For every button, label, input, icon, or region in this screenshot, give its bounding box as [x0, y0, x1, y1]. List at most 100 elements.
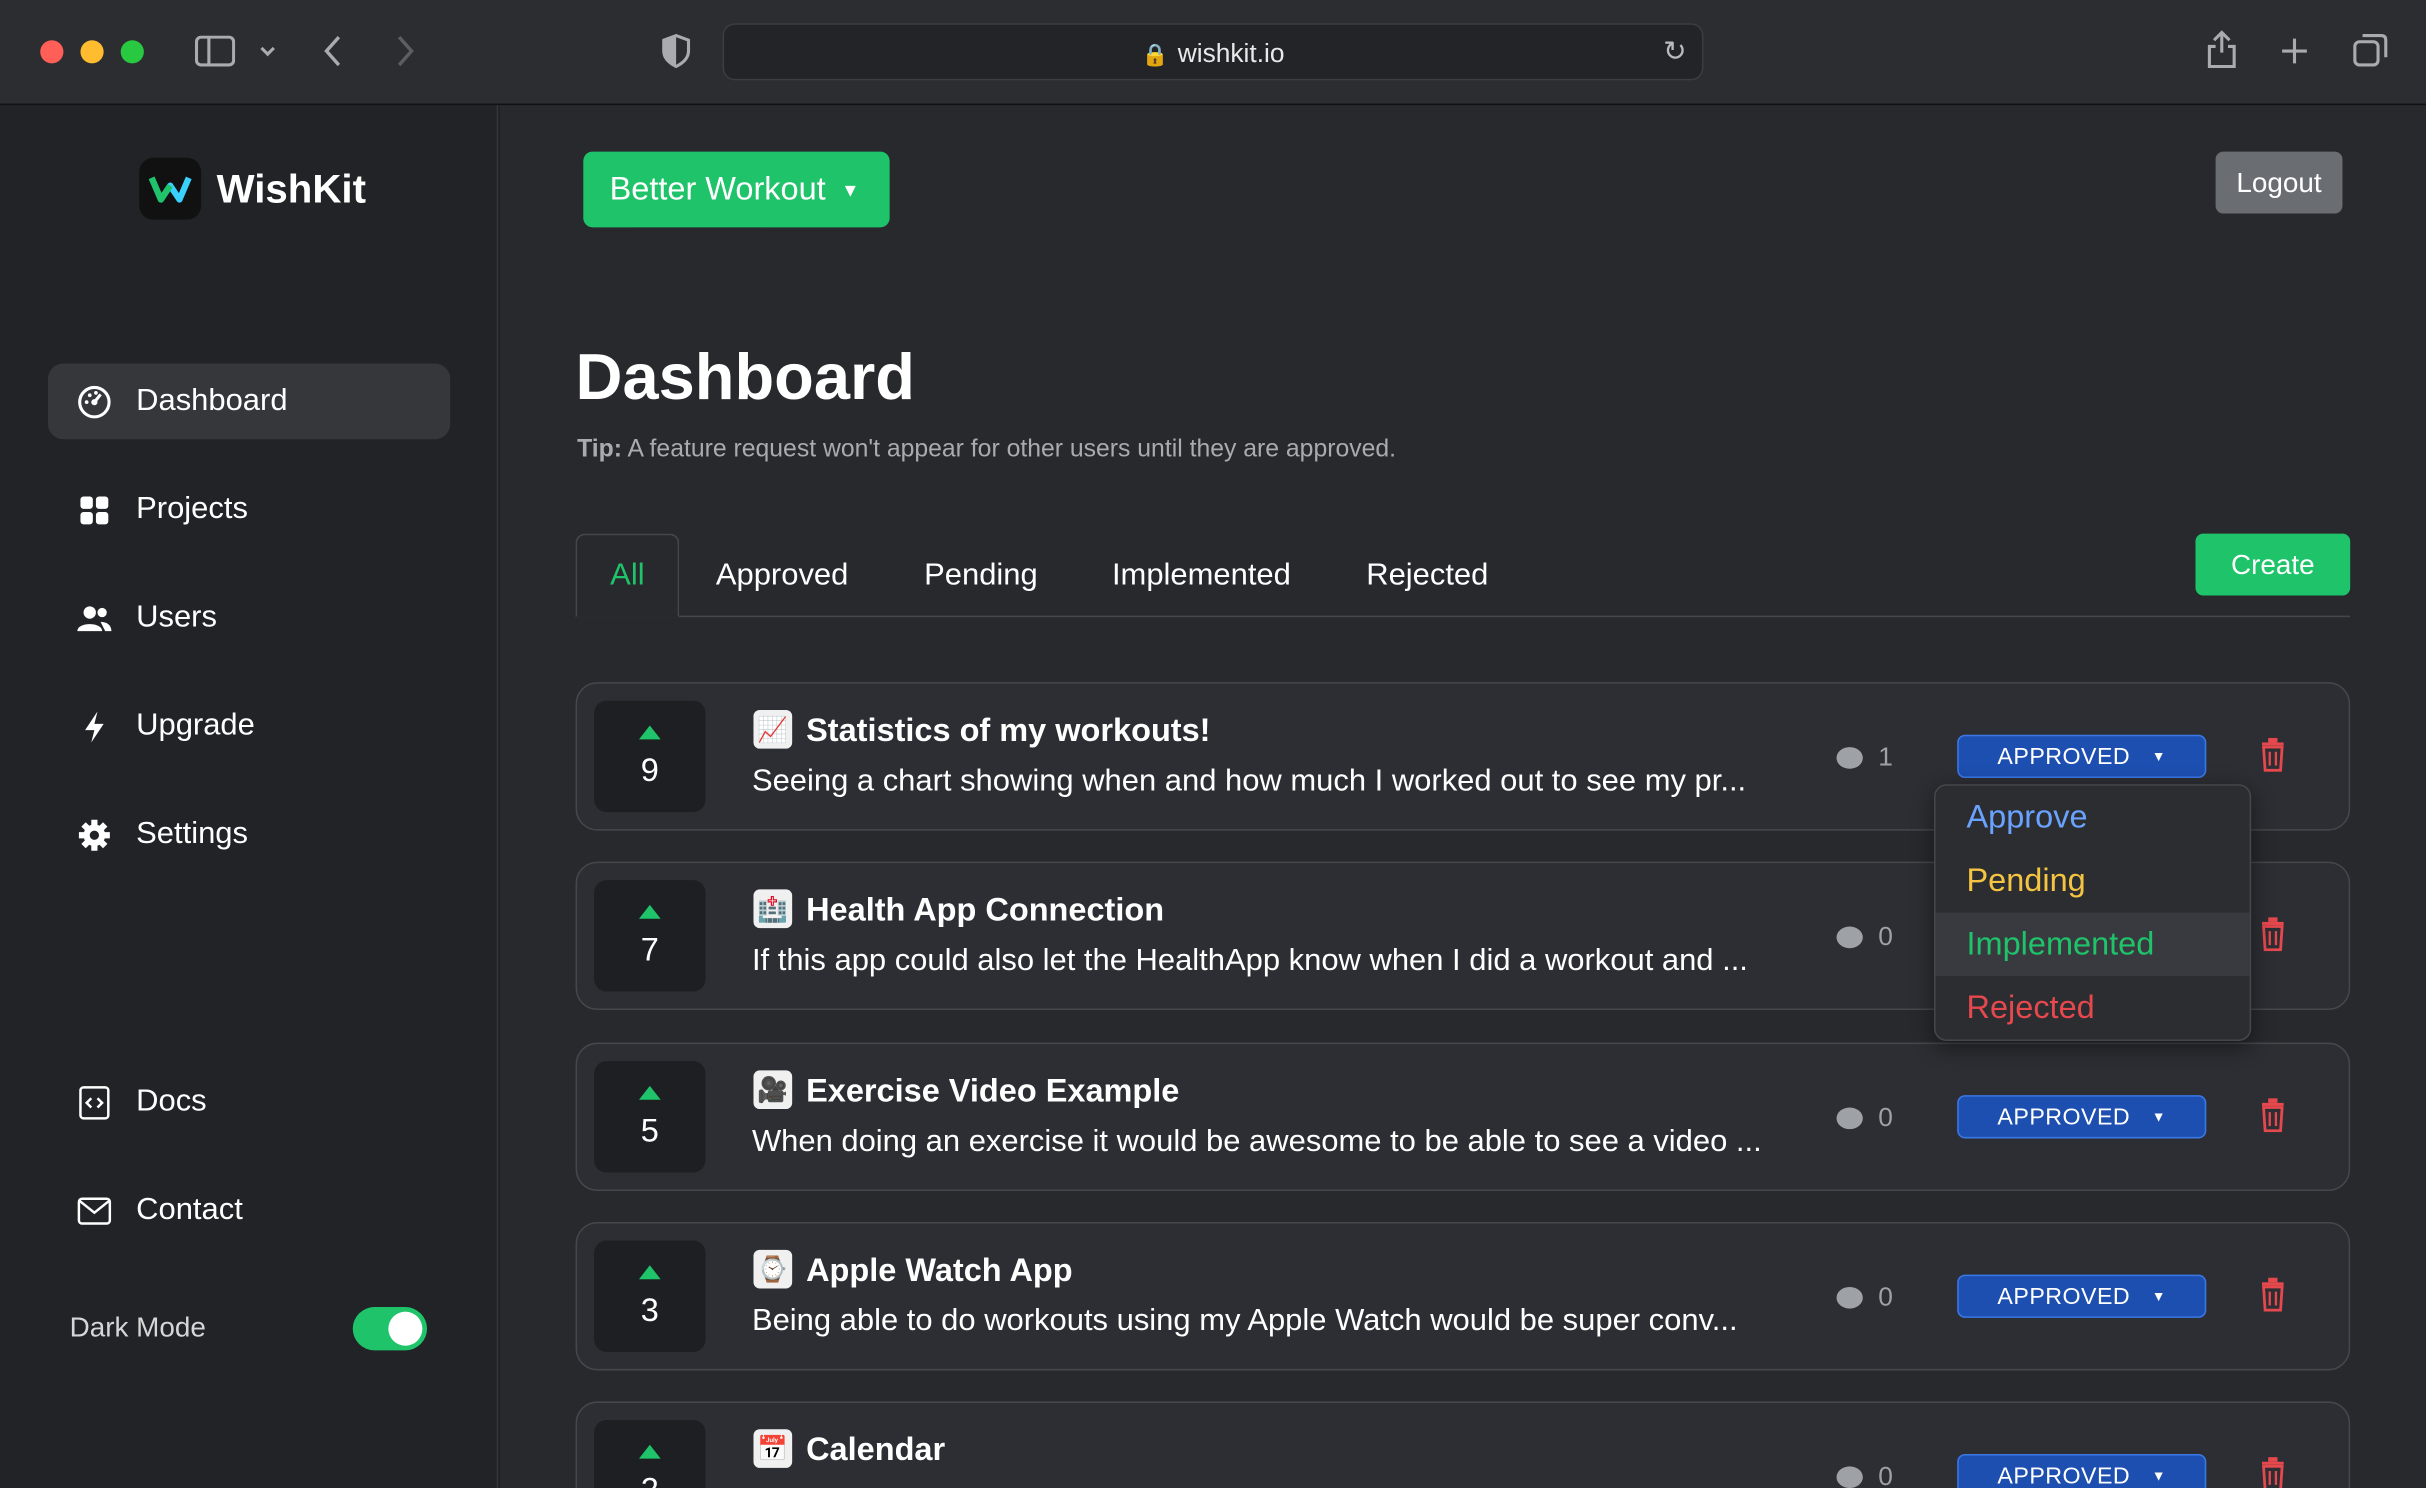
caret-down-icon: ▼ [2151, 748, 2167, 765]
request-emoji: 🎥 [753, 1070, 793, 1110]
feature-request-card[interactable]: 2 📅 Calendar 0 APPROVED ▼ [575, 1401, 2351, 1488]
url-text: wishkit.io [1177, 38, 1285, 69]
comment-count[interactable]: 0 [1836, 1103, 1893, 1134]
shield-icon[interactable] [661, 34, 692, 69]
tab-implemented[interactable]: Implemented [1089, 534, 1313, 618]
chevron-down-icon[interactable] [258, 43, 277, 58]
comment-icon [1836, 1466, 1863, 1488]
comment-icon [1836, 1286, 1863, 1309]
sidebar-item-projects[interactable]: Projects [48, 472, 450, 548]
trash-icon[interactable] [2259, 1098, 2287, 1133]
trash-icon[interactable] [2259, 737, 2287, 772]
status-menu: Approve Pending Implemented Rejected [1934, 784, 2252, 1041]
vote-count: 7 [640, 932, 659, 969]
request-title: Calendar [806, 1432, 946, 1468]
request-title: Exercise Video Example [806, 1073, 1180, 1110]
sidebar: WishKit Dashboard Projects Users Upgrade… [0, 105, 499, 1488]
tab-rejected[interactable]: Rejected [1346, 534, 1508, 618]
upvote-button[interactable]: 2 [594, 1419, 706, 1488]
create-button[interactable]: Create [2195, 533, 2351, 596]
back-icon[interactable] [322, 34, 344, 68]
tab-overview-icon[interactable] [2352, 32, 2389, 69]
upvote-button[interactable]: 3 [594, 1240, 706, 1352]
page-title: Dashboard [575, 340, 915, 413]
dashboard-icon [76, 383, 113, 420]
request-description: Being able to do workouts using my Apple… [751, 1303, 1738, 1338]
forward-icon[interactable] [395, 34, 417, 68]
trash-icon[interactable] [2259, 1277, 2287, 1312]
minimize-window-button[interactable] [80, 40, 104, 64]
request-title: Apple Watch App [806, 1252, 1073, 1289]
request-emoji: ⌚ [753, 1249, 793, 1289]
sidebar-item-label: Upgrade [136, 708, 255, 743]
share-icon[interactable] [2205, 29, 2239, 69]
envelope-icon [76, 1192, 113, 1229]
feature-request-card[interactable]: 3 ⌚ Apple Watch App Being able to do wor… [575, 1221, 2351, 1371]
brand-name: WishKit [216, 164, 366, 212]
request-description: If this app could also let the HealthApp… [751, 943, 1748, 978]
upvote-button[interactable]: 7 [594, 880, 706, 992]
maximize-window-button[interactable] [120, 40, 144, 64]
status-label: APPROVED [1997, 1103, 2131, 1130]
dark-mode-toggle[interactable] [352, 1307, 428, 1351]
status-label: APPROVED [1997, 1283, 2131, 1310]
comment-count[interactable]: 0 [1836, 1282, 1893, 1313]
vote-count: 9 [640, 753, 659, 789]
trash-icon[interactable] [2259, 1457, 2287, 1488]
status-label: APPROVED [1997, 1462, 2131, 1488]
reload-icon[interactable]: ↻ [1663, 36, 1686, 68]
sidebar-item-upgrade[interactable]: Upgrade [48, 688, 450, 764]
upvote-arrow-icon [638, 725, 661, 740]
sidebar-item-users[interactable]: Users [48, 580, 450, 656]
upvote-arrow-icon [638, 904, 661, 919]
tip-label: Tip: [577, 436, 623, 463]
sidebar-item-label: Settings [136, 816, 248, 851]
logout-button[interactable]: Logout [2215, 151, 2343, 214]
request-emoji: 📈 [753, 709, 793, 749]
comment-count-value: 0 [1878, 1282, 1893, 1312]
status-dropdown[interactable]: APPROVED ▼ [1957, 1453, 2207, 1488]
sidebar-item-settings[interactable]: Settings [48, 797, 450, 873]
caret-down-icon: ▼ [2151, 1467, 2167, 1484]
vote-count: 5 [640, 1113, 659, 1150]
comment-icon [1836, 926, 1863, 949]
upvote-button[interactable]: 5 [594, 1061, 706, 1173]
vote-count: 3 [640, 1293, 659, 1329]
menu-item-implemented[interactable]: Implemented [1935, 912, 2250, 977]
caret-down-icon: ▼ [841, 178, 860, 201]
grid-icon [76, 491, 113, 528]
filter-tabs: All Approved Pending Implemented Rejecte… [575, 533, 2351, 618]
sidebar-item-dashboard[interactable]: Dashboard [47, 363, 451, 440]
upvote-button[interactable]: 9 [594, 700, 706, 813]
project-selector[interactable]: Better Workout ▼ [583, 151, 890, 228]
sidebar-item-label: Projects [136, 491, 248, 526]
dark-mode-label: Dark Mode [69, 1311, 206, 1343]
menu-item-approve[interactable]: Approve [1936, 786, 2250, 849]
status-label: APPROVED [1997, 743, 2131, 770]
tab-approved[interactable]: Approved [693, 534, 871, 618]
comment-count-value: 0 [1878, 921, 1893, 952]
sidebar-toggle-icon[interactable] [194, 35, 236, 67]
comment-count-value: 1 [1878, 742, 1893, 772]
sidebar-item-docs[interactable]: Docs [48, 1064, 450, 1140]
tab-pending[interactable]: Pending [904, 534, 1059, 618]
new-tab-icon[interactable] [2279, 36, 2310, 67]
close-window-button[interactable] [40, 40, 64, 64]
brand[interactable]: WishKit [139, 157, 366, 220]
status-dropdown[interactable]: APPROVED ▼ [1957, 1274, 2207, 1318]
comment-count[interactable]: 0 [1836, 1462, 1893, 1488]
address-bar[interactable]: 🔒 wishkit.io ↻ [722, 23, 1704, 81]
upvote-arrow-icon [638, 1085, 661, 1100]
sidebar-item-label: Contact [136, 1192, 243, 1227]
status-dropdown[interactable]: APPROVED ▼ [1957, 1095, 2207, 1139]
menu-item-pending[interactable]: Pending [1936, 849, 2250, 912]
status-dropdown[interactable]: APPROVED ▼ [1957, 734, 2207, 779]
users-icon [76, 599, 113, 636]
comment-count[interactable]: 1 [1836, 742, 1893, 773]
feature-request-card[interactable]: 5 🎥 Exercise Video Example When doing an… [575, 1042, 2351, 1192]
sidebar-item-contact[interactable]: Contact [48, 1172, 450, 1248]
menu-item-rejected[interactable]: Rejected [1936, 976, 2250, 1039]
trash-icon[interactable] [2259, 917, 2287, 952]
comment-count[interactable]: 0 [1836, 921, 1893, 953]
tab-all[interactable]: All [575, 533, 680, 618]
